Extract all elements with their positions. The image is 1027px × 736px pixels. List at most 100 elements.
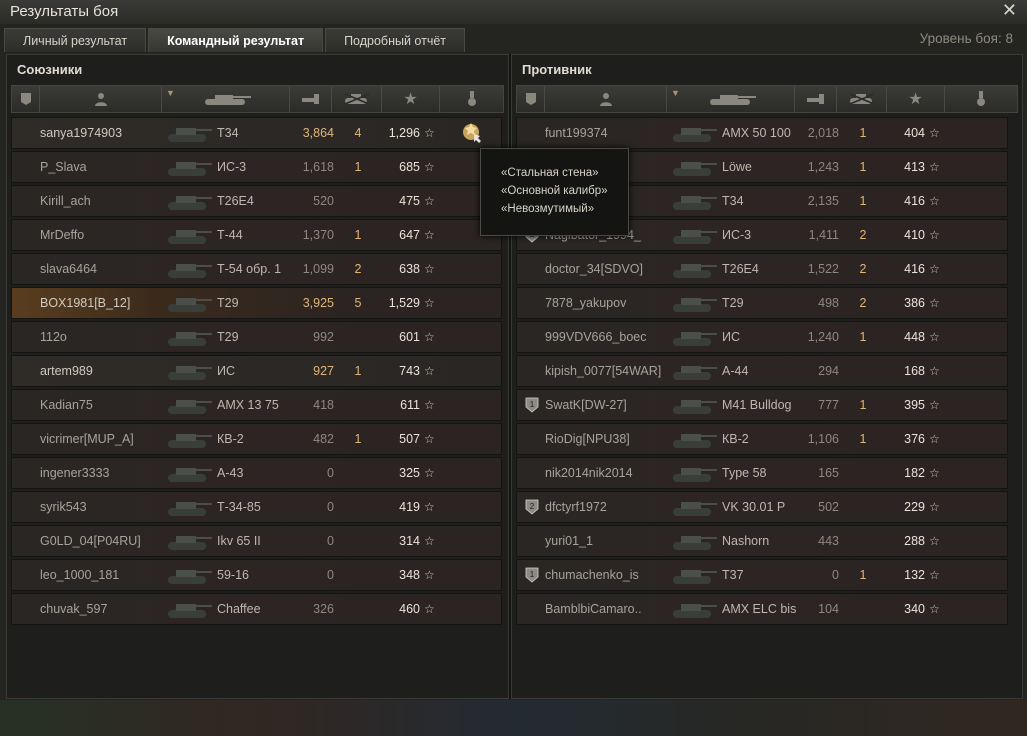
kills-value	[334, 560, 382, 590]
svg-text:1: 1	[530, 570, 535, 579]
medal-column-header[interactable]	[945, 86, 1017, 112]
xp-value: 413	[904, 160, 925, 174]
table-row[interactable]: 1 SwatK[DW-27] M41 Bulldog 777 1 395 ☆	[516, 389, 1008, 421]
vehicle-name: Т-34-85	[217, 500, 261, 514]
table-row[interactable]: BamblbiCamaro.. AMX ELC bis 104 340 ☆	[516, 593, 1008, 625]
table-row[interactable]: Kirill_ach T26E4 520 475 ☆	[11, 185, 502, 217]
table-row[interactable]: yuri01_1 Nashorn 443 288 ☆	[516, 525, 1008, 557]
tank-icon	[204, 95, 251, 105]
table-row[interactable]: G0LD_04[P04RU] Ikv 65 II 0 314 ☆	[11, 525, 502, 557]
xp-star-icon: ☆	[424, 432, 435, 446]
damage-value: 326	[313, 602, 334, 616]
player-icon	[599, 93, 612, 106]
tooltip-line: «Основной калибр»	[501, 185, 608, 197]
xp-value: 340	[904, 602, 925, 616]
table-row[interactable]: chuvak_597 Chaffee 326 460 ☆	[11, 593, 502, 625]
damage-value: 482	[313, 432, 334, 446]
medal-column-header[interactable]	[440, 86, 503, 112]
damage-column-header[interactable]	[290, 86, 332, 112]
damage-value: 3,925	[302, 296, 334, 310]
table-row[interactable]: artem989 ИС 927 1 743 ☆	[11, 355, 502, 387]
damage-value: 1,243	[807, 160, 839, 174]
xp-value: 386	[904, 296, 925, 310]
damage-value: 443	[818, 534, 839, 548]
xp-value: 416	[904, 262, 925, 276]
close-icon[interactable]: ✕	[1002, 0, 1017, 21]
table-row[interactable]: sanya1974903 T34 3,864 4 1,296 ☆	[11, 117, 502, 149]
kills-column-header[interactable]	[837, 86, 887, 112]
xp-column-header[interactable]: ★	[382, 86, 440, 112]
vehicle-name: Löwe	[722, 160, 752, 174]
vehicle-column-header[interactable]: ▼	[162, 86, 290, 112]
xp-value: 601	[399, 330, 420, 344]
kills-column-header[interactable]	[332, 86, 382, 112]
damage-column-header[interactable]	[795, 86, 837, 112]
damage-value: 1,240	[807, 330, 839, 344]
player-column-header[interactable]	[40, 86, 162, 112]
table-row[interactable]: syrik543 Т-34-85 0 419 ☆	[11, 491, 502, 523]
class-badge-icon: 1	[525, 567, 539, 583]
xp-value: 376	[904, 432, 925, 446]
damage-value: 0	[327, 466, 334, 480]
xp-value: 638	[399, 262, 420, 276]
table-row[interactable]: ingener3333 А-43 0 325 ☆	[11, 457, 502, 489]
xp-column-header[interactable]: ★	[887, 86, 945, 112]
player-name: 999VDV666_boec	[545, 330, 647, 344]
player-name: P_Slava	[40, 160, 87, 174]
table-row[interactable]: funt199374 AMX 50 100 2,018 1 404 ☆	[516, 117, 1008, 149]
xp-value: 743	[399, 364, 420, 378]
allies-title: Союзники	[17, 62, 83, 77]
table-row[interactable]: 1 chumachenko_is T37 0 1 132 ☆	[516, 559, 1008, 591]
vehicle-column-header[interactable]: ▼	[667, 86, 795, 112]
badge-column-header[interactable]	[12, 86, 40, 112]
battle-results-window: Результаты боя ✕ Личный результат Команд…	[0, 0, 1027, 736]
table-row[interactable]: 999VDV666_boec ИС 1,240 1 448 ☆	[516, 321, 1008, 353]
tab-detailed-report[interactable]: Подробный отчёт	[325, 28, 466, 52]
xp-value: 348	[399, 568, 420, 582]
vehicle-name: T34	[722, 194, 744, 208]
badge-column-header[interactable]	[517, 86, 545, 112]
table-row[interactable]: doctor_34[SDVO] T26E4 1,522 2 416 ☆	[516, 253, 1008, 285]
tab-team-result[interactable]: Командный результат	[148, 28, 324, 52]
table-row[interactable]: BOX1981[B_12] T29 3,925 5 1,529 ☆	[11, 287, 502, 319]
table-row[interactable]: 112o T29 992 601 ☆	[11, 321, 502, 353]
xp-value: 168	[904, 364, 925, 378]
table-row[interactable]: leo_1000_181 59-16 0 348 ☆	[11, 559, 502, 591]
damage-icon	[301, 94, 319, 104]
table-row[interactable]: 2 dfctyrf1972 VK 30.01 P 502 229 ☆	[516, 491, 1008, 523]
medal-icon	[977, 91, 985, 106]
player-name: sanya1974903	[40, 126, 123, 140]
player-name: vicrimer[MUP_A]	[40, 432, 134, 446]
vehicle-name: Т-54 обр. 1	[217, 262, 282, 276]
player-name: MrDeffo	[40, 228, 85, 242]
xp-value: 448	[904, 330, 925, 344]
kills-value	[839, 356, 887, 386]
table-row[interactable]: RioDig[NPU38] КВ-2 1,106 1 376 ☆	[516, 423, 1008, 455]
vehicle-name: Type 58	[722, 466, 767, 480]
table-row[interactable]: nik2014nik2014 Type 58 165 182 ☆	[516, 457, 1008, 489]
player-name: SwatK[DW-27]	[545, 398, 627, 412]
table-row[interactable]: MrDeffo Т-44 1,370 1 647 ☆	[11, 219, 502, 251]
xp-value: 132	[904, 568, 925, 582]
kills-icon	[344, 93, 369, 105]
vehicle-name: AMX 50 100	[722, 126, 791, 140]
xp-star-icon: ☆	[424, 228, 435, 242]
table-row[interactable]: 7878_yakupov T29 498 2 386 ☆	[516, 287, 1008, 319]
table-row[interactable]: kipish_0077[54WAR] А-44 294 168 ☆	[516, 355, 1008, 387]
vehicle-name: ИС	[722, 330, 741, 344]
vehicle-name: ИС-3	[217, 160, 247, 174]
xp-star-icon: ☆	[424, 160, 435, 174]
kills-value: 1	[859, 432, 867, 446]
player-column-header[interactable]	[545, 86, 667, 112]
achievement-medal-icon[interactable]	[460, 120, 484, 144]
xp-star-icon: ☆	[929, 568, 940, 582]
vehicle-name: А-44	[722, 364, 749, 378]
xp-star-icon: ☆	[424, 568, 435, 582]
svg-text:1: 1	[530, 400, 535, 409]
tab-personal-result[interactable]: Личный результат	[4, 28, 147, 52]
table-row[interactable]: Kadian75 AMX 13 75 418 611 ☆	[11, 389, 502, 421]
table-row[interactable]: P_Slava ИС-3 1,618 1 685 ☆	[11, 151, 502, 183]
enemies-header: ▼ ★	[516, 85, 1018, 113]
table-row[interactable]: vicrimer[MUP_A] КВ-2 482 1 507 ☆	[11, 423, 502, 455]
table-row[interactable]: slava6464 Т-54 обр. 1 1,099 2 638 ☆	[11, 253, 502, 285]
